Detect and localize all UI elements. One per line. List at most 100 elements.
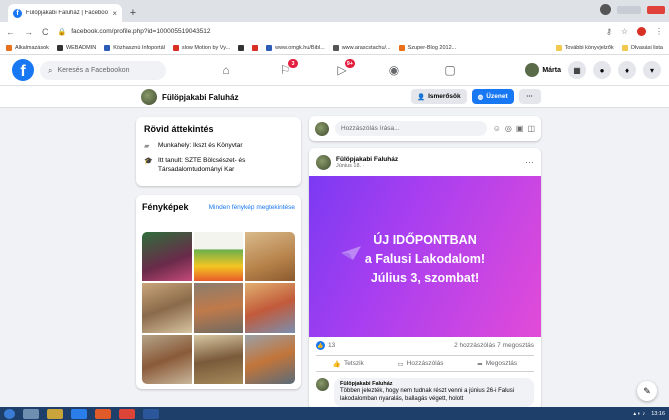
bookmark-item[interactable]: www.arascstachu/... [332, 44, 391, 51]
comment-bubble: Fülöpjakabi Faluház Többen jelezték, hog… [334, 378, 534, 407]
notifications-bell-icon[interactable]: ♦ [618, 61, 636, 79]
friends-button[interactable]: 👤 Ismerősök [411, 89, 467, 104]
like-button[interactable]: 👍 Tetszik [333, 360, 364, 368]
photo-thumbnail[interactable] [193, 334, 244, 384]
new-tab-button[interactable]: + [126, 6, 140, 20]
bookmark-item[interactable] [252, 44, 259, 51]
groups-icon[interactable]: ◉ [385, 62, 403, 78]
taskbar-app-chrome[interactable] [119, 408, 135, 419]
post-card: Fülöpjakabi Faluház Június 18. · ··· ÚJ … [309, 148, 541, 410]
bookmark-favicon-icon [56, 44, 63, 51]
emoji-icon[interactable]: ☺ [493, 124, 501, 133]
photo-thumbnail[interactable] [142, 283, 192, 333]
intro-work-text: Munkahely: Ikszt és Könyvtar [158, 142, 243, 149]
star-icon[interactable]: ☆ [621, 27, 628, 36]
comment-button[interactable]: ▭ Hozzászólás [398, 360, 444, 368]
account-chevron-down-icon[interactable]: ▾ [643, 61, 661, 79]
taskbar-app-edge[interactable] [71, 408, 87, 419]
back-arrow-icon[interactable]: ← [6, 27, 15, 37]
bookmark-label: www.omgk.hu/Bibl... [275, 44, 325, 51]
messenger-icon: ◍ [477, 93, 484, 101]
user-profile-chip[interactable]: Márta [525, 63, 561, 77]
post-stats[interactable]: 2 hozzászólás 7 megosztás [454, 342, 534, 349]
header-right-controls: Márta ▦ ● ♦ ▾ [525, 61, 661, 79]
url-field[interactable]: 🔒 facebook.com/profile.php?id=1000055190… [58, 25, 597, 39]
bookmarks-bar: Alkalmazások WEBADMIN Közhasznú Infoportál… [0, 41, 669, 55]
bookmark-item[interactable]: Szuper-Blog 2012... [398, 44, 457, 51]
post-author[interactable]: Fülöpjakabi Faluház [336, 156, 398, 163]
like-reaction-icon: 👍 [316, 341, 325, 350]
facebook-logo-icon[interactable]: f [12, 59, 34, 81]
bookmark-item[interactable]: WEBADMIN [56, 44, 97, 51]
pages-flag-icon[interactable]: ⚐ 3 [276, 59, 298, 78]
bookmark-item[interactable]: Közhasznú Infoportál [104, 44, 165, 51]
bookmark-item[interactable]: Alkalmazások [6, 44, 49, 51]
menu-kebab-icon[interactable]: ⋮ [655, 27, 663, 36]
comment-input[interactable]: Hozzászólás írása... [335, 121, 487, 136]
system-tray: ▴ ◐ ♪ 13:16 [633, 411, 665, 417]
share-icon: ➦ [477, 360, 483, 368]
browser-tab-facebook[interactable]: f Fülöpjakabi Faluház | Facebook × [8, 4, 122, 22]
post-author-avatar[interactable] [316, 154, 331, 170]
post-image[interactable]: ÚJ IDŐPONTBAN a Falusi Lakodalom! Július… [309, 176, 541, 337]
extension-icon[interactable] [637, 27, 646, 36]
bookmark-label: WEBADMIN [65, 44, 97, 51]
close-window-button[interactable] [647, 5, 665, 14]
message-button[interactable]: ◍ Üzenet [471, 89, 514, 104]
bookmark-label: www.arascstachu/... [341, 44, 391, 51]
post-image-line-3: Július 3, szombat! [370, 271, 480, 285]
facebook-search-input[interactable]: ⌕ Keresés a Facebookon [40, 61, 166, 80]
photo-thumbnail[interactable] [193, 232, 244, 282]
comment-author[interactable]: Fülöpjakabi Faluház [340, 381, 528, 388]
reload-icon[interactable]: C [42, 27, 49, 37]
friends-button-label: Ismerősök [428, 93, 461, 100]
more-options-button[interactable]: ··· [518, 89, 541, 104]
post-date[interactable]: Június 18. · [336, 163, 398, 169]
gaming-icon[interactable]: ▢ [441, 62, 459, 78]
bookmark-label: Szuper-Blog 2012... [407, 44, 457, 51]
bookmark-folder[interactable]: Olvasási lista [621, 44, 663, 51]
watch-icon[interactable]: ▷ 9+ [333, 59, 355, 78]
photo-thumbnail[interactable] [245, 334, 295, 384]
bookmark-item[interactable]: slow Motion by Vy... [172, 44, 230, 51]
taskbar-app-word[interactable] [143, 408, 159, 419]
home-icon[interactable]: ⌂ [217, 62, 235, 78]
post-header: Fülöpjakabi Faluház Június 18. · ··· [309, 148, 541, 176]
photo-thumbnail[interactable] [142, 334, 192, 384]
browser-profile-icon[interactable] [600, 4, 611, 15]
bookmark-item[interactable]: www.omgk.hu/Bibl... [266, 44, 325, 51]
tab-close-icon[interactable]: × [112, 9, 117, 18]
taskbar-app-explorer[interactable] [23, 408, 39, 419]
gif-icon[interactable]: ▣ [516, 124, 524, 133]
thumbs-up-icon: 👍 [332, 360, 341, 368]
photo-thumbnail[interactable] [193, 283, 244, 333]
taskbar-app-office[interactable] [95, 408, 111, 419]
camera-icon[interactable]: ◎ [505, 124, 512, 133]
clock[interactable]: 13:16 [651, 411, 665, 417]
photos-card: Fényképek Minden fénykép megtekintése [136, 195, 301, 389]
post-options-icon[interactable]: ··· [525, 157, 534, 167]
messenger-icon[interactable]: ● [593, 61, 611, 79]
minimize-button[interactable] [617, 5, 641, 14]
tray-icons[interactable]: ▴ ◐ ♪ [633, 411, 645, 417]
taskbar-app-folder[interactable] [47, 408, 63, 419]
photo-thumbnail[interactable] [245, 283, 295, 333]
bookmark-favicon-icon [332, 44, 339, 51]
sticker-icon[interactable]: ◫ [527, 124, 535, 133]
photo-thumbnail[interactable] [142, 232, 192, 282]
new-message-button[interactable]: ✎ [637, 381, 657, 401]
bookmark-item[interactable] [238, 44, 245, 51]
url-text: facebook.com/profile.php?id=100005519043… [71, 28, 211, 35]
message-button-label: Üzenet [486, 93, 508, 100]
profile-name-block[interactable]: Fülöpjakabi Faluház [141, 89, 238, 105]
see-all-photos-link[interactable]: Minden fénykép megtekintése [209, 202, 295, 211]
menu-grid-icon[interactable]: ▦ [568, 61, 586, 79]
forward-arrow-icon[interactable]: → [24, 27, 33, 37]
key-icon[interactable]: ⚷ [606, 27, 612, 36]
like-count[interactable]: 13 [328, 342, 335, 349]
photo-thumbnail[interactable] [245, 232, 295, 282]
share-button[interactable]: ➦ Megosztás [477, 360, 517, 368]
comment-avatar[interactable] [316, 378, 329, 391]
start-button[interactable] [4, 408, 15, 419]
bookmark-folder[interactable]: További könyvjelzők [555, 44, 614, 51]
